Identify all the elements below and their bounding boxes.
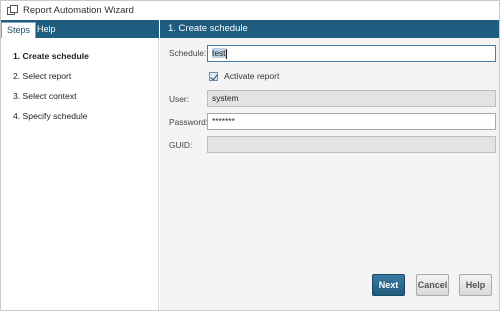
schedule-input-value: test [212, 48, 226, 58]
step-select-context[interactable]: 3. Select context [13, 90, 89, 110]
title-bar: Report Automation Wizard [1, 1, 499, 20]
tab-help[interactable]: Help [32, 22, 61, 38]
activate-report-label[interactable]: Activate report [224, 71, 279, 81]
steps-pane: Steps Help 1. Create schedule 2. Select … [1, 20, 159, 310]
cancel-button[interactable]: Cancel [416, 274, 449, 296]
wizard-window: Report Automation Wizard Steps Help 1. C… [0, 0, 500, 311]
password-field[interactable]: ******* [207, 113, 496, 130]
guid-field [207, 136, 496, 153]
steps-list: 1. Create schedule 2. Select report 3. S… [13, 50, 89, 130]
tab-steps[interactable]: Steps [1, 22, 37, 38]
user-label: User: [169, 94, 190, 104]
step-specify-schedule[interactable]: 4. Specify schedule [13, 110, 89, 130]
activate-report-checkbox[interactable] [209, 71, 218, 81]
schedule-input[interactable]: test [207, 45, 496, 62]
text-caret [225, 48, 227, 59]
schedule-label: Schedule: [169, 48, 207, 58]
pane-tabs: Steps Help [1, 20, 159, 38]
step-header: 1. Create schedule [160, 20, 499, 38]
next-button[interactable]: Next [372, 274, 405, 296]
guid-label: GUID: [169, 140, 193, 150]
help-button[interactable]: Help [459, 274, 492, 296]
main-pane: 1. Create schedule Schedule: test Activa… [160, 20, 499, 310]
step-select-report[interactable]: 2. Select report [13, 70, 89, 90]
user-field: system [207, 90, 496, 107]
step-create-schedule[interactable]: 1. Create schedule [13, 50, 89, 70]
window-title: Report Automation Wizard [23, 5, 134, 16]
app-windows-icon [7, 5, 18, 16]
activate-report-row[interactable]: Activate report [209, 71, 279, 81]
password-label: Password: [169, 117, 209, 127]
